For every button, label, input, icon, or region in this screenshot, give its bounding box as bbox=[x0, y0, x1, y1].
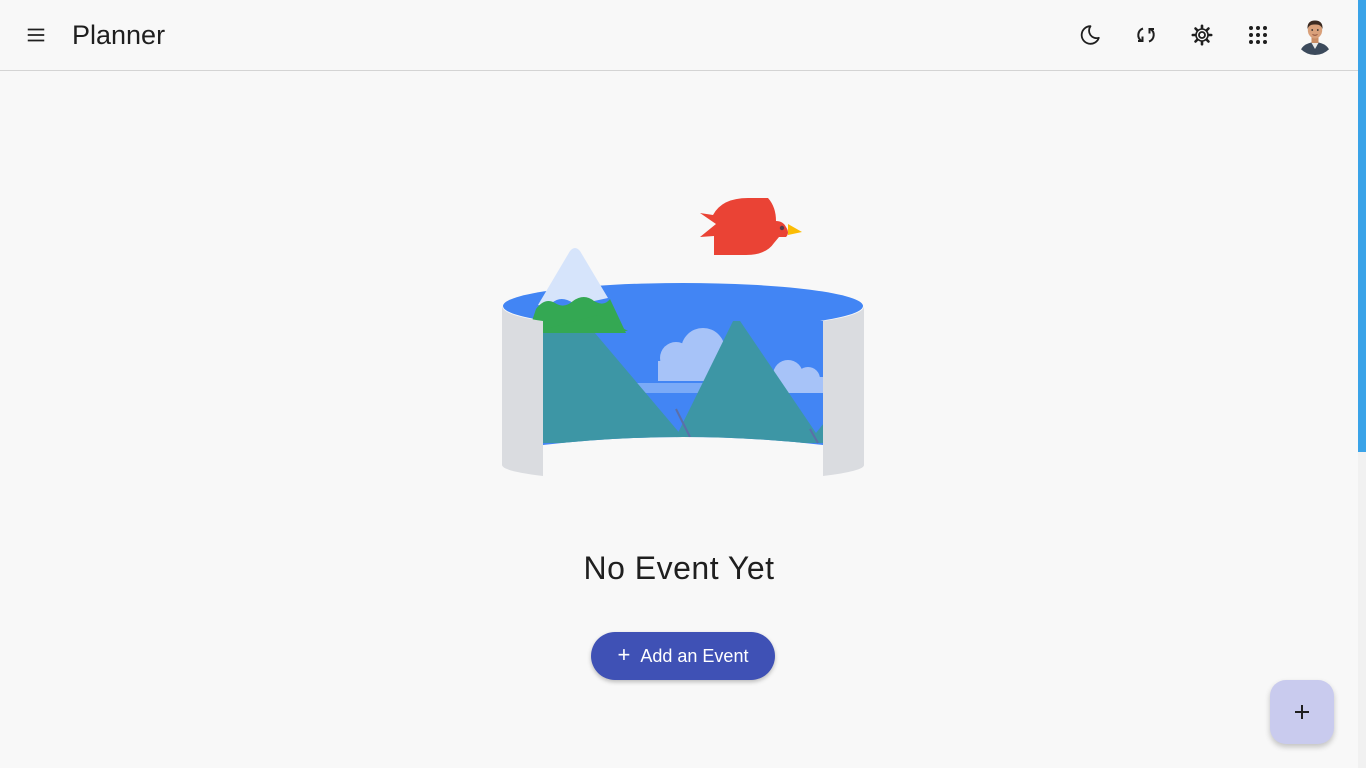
panorama-right-wing bbox=[823, 306, 864, 476]
sync-icon bbox=[1137, 27, 1155, 43]
sync-button[interactable] bbox=[1126, 15, 1166, 55]
settings-icon bbox=[1191, 24, 1213, 46]
dark-mode-button[interactable] bbox=[1070, 15, 1110, 55]
app-header: Planner bbox=[0, 0, 1358, 71]
mountain-peak bbox=[538, 248, 608, 307]
apps-button[interactable] bbox=[1238, 15, 1278, 55]
scrollbar-thumb[interactable] bbox=[1358, 0, 1366, 452]
empty-state-title: No Event Yet bbox=[583, 550, 775, 586]
floating-add-button[interactable] bbox=[1270, 680, 1334, 744]
plus-icon bbox=[1295, 705, 1309, 719]
settings-button[interactable] bbox=[1182, 15, 1222, 55]
user-avatar[interactable] bbox=[1295, 15, 1335, 55]
add-event-label: Add an Event bbox=[640, 645, 749, 666]
menu-icon bbox=[27, 28, 45, 42]
panorama-left-wing bbox=[502, 306, 543, 476]
bird-icon bbox=[700, 198, 802, 255]
app-title: Planner bbox=[72, 20, 166, 50]
empty-state-illustration bbox=[502, 198, 864, 476]
add-event-button[interactable]: + Add an Event bbox=[591, 632, 775, 680]
menu-button[interactable] bbox=[16, 15, 56, 55]
avatar-image bbox=[1295, 15, 1335, 55]
dark-mode-icon bbox=[1080, 25, 1100, 45]
plus-icon: + bbox=[617, 642, 631, 667]
apps-grid-icon bbox=[1249, 26, 1267, 44]
